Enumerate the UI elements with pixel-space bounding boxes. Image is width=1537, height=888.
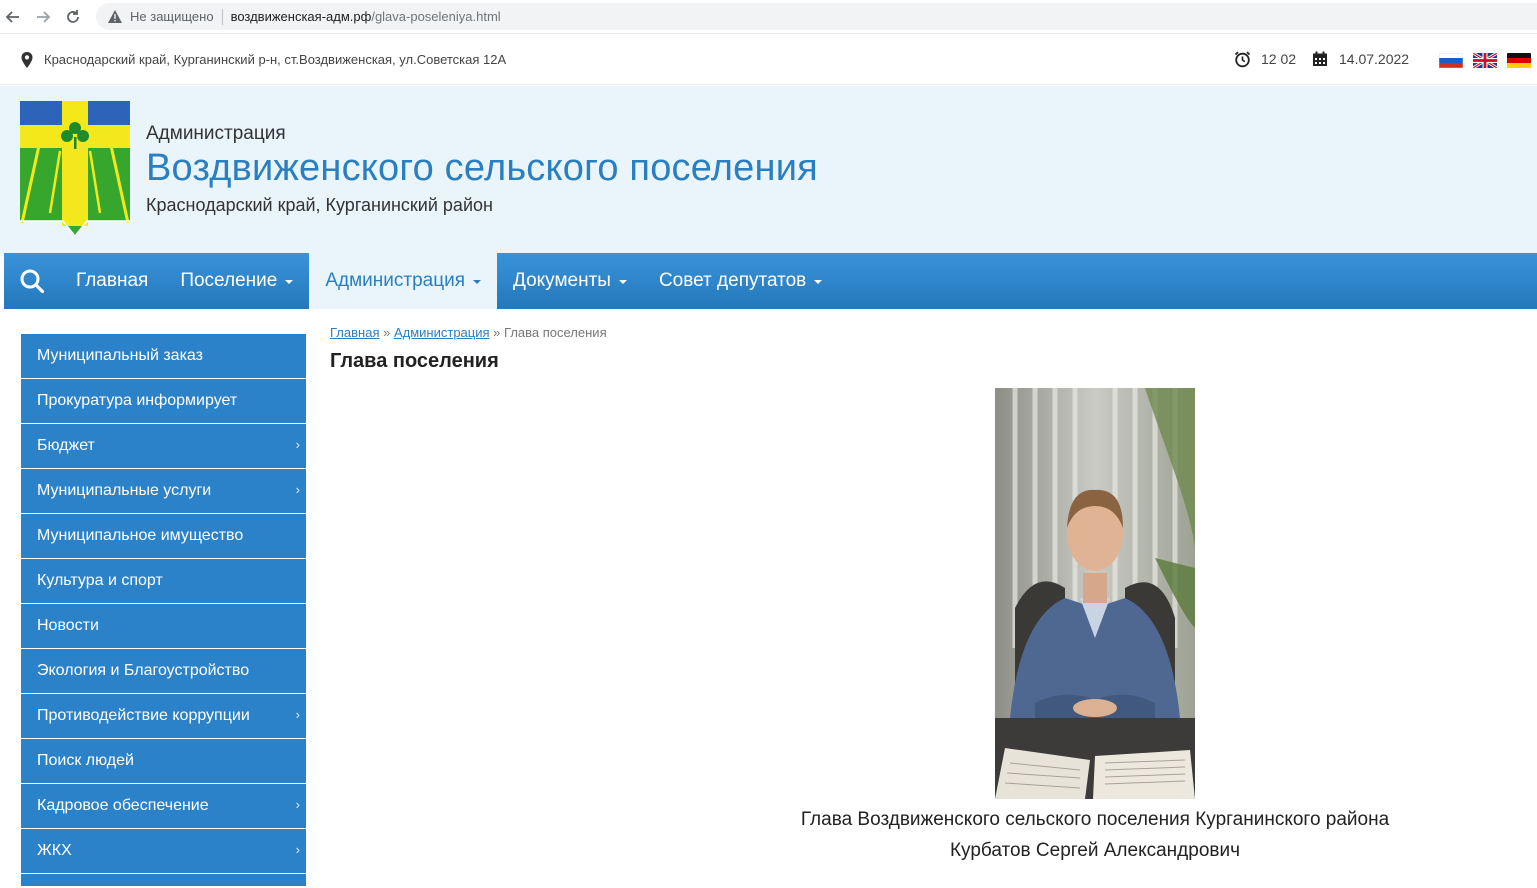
- back-button[interactable]: [0, 2, 28, 32]
- reload-button[interactable]: [58, 2, 88, 32]
- language-en-flag[interactable]: [1473, 53, 1497, 68]
- nav-item-documents[interactable]: Документы: [497, 253, 643, 309]
- nav-item-settlement[interactable]: Поселение: [164, 253, 309, 309]
- url-host: воздвиженская-адм.рф: [230, 9, 372, 24]
- calendar-icon: [1313, 51, 1327, 66]
- browser-toolbar: Не защищено воздвиженская-адм.рф/glava-p…: [0, 0, 1537, 34]
- sidebar-item-label: Муниципальный заказ: [37, 347, 203, 364]
- breadcrumb-current: Глава поселения: [504, 325, 607, 340]
- photo-caption-name: Курбатов Сергей Александрович: [949, 840, 1240, 861]
- security-label: Не защищено: [130, 9, 214, 24]
- org-title[interactable]: Воздвиженского сельского поселения: [146, 147, 818, 190]
- alarm-clock-icon: [1234, 51, 1251, 68]
- sidebar-item-ecology[interactable]: Экология и Благоустройство: [21, 649, 306, 693]
- arrow-right-icon: [37, 10, 51, 23]
- chevron-right-icon: ›: [295, 707, 300, 722]
- nav-item-administration[interactable]: Администрация: [309, 253, 497, 309]
- search-icon: [20, 269, 45, 294]
- sidebar-item-label: Муниципальное имущество: [37, 527, 244, 544]
- org-pre-title: Администрация: [146, 123, 286, 144]
- sidebar-menu: Муниципальный заказ Прокуратура информир…: [21, 334, 306, 887]
- sidebar-item-label: Прокуратура информирует: [37, 392, 238, 409]
- sidebar-item-budget[interactable]: Бюджет ›: [21, 424, 306, 468]
- sidebar-item-housing[interactable]: ЖКХ ›: [21, 829, 306, 873]
- caret-down-icon: [473, 280, 481, 284]
- address-bar[interactable]: Не защищено воздвиженская-адм.рф/glava-p…: [96, 3, 1537, 30]
- current-time: 12 02: [1261, 51, 1297, 67]
- sidebar-item-label: Кадровое обеспечение: [37, 797, 209, 814]
- breadcrumb-home-link[interactable]: Главная: [330, 325, 379, 340]
- warning-icon: [108, 10, 122, 24]
- sidebar-item-municipal-services[interactable]: Муниципальные услуги ›: [21, 469, 306, 513]
- breadcrumb-administration-link[interactable]: Администрация: [394, 325, 490, 340]
- reload-icon: [67, 9, 79, 23]
- current-date: 14.07.2022: [1339, 51, 1410, 67]
- sidebar-item-prosecutor[interactable]: Прокуратура информирует: [21, 379, 306, 423]
- sidebar-item-label: Поиск людей: [37, 752, 134, 769]
- chevron-right-icon: ›: [295, 842, 300, 857]
- language-ru-flag[interactable]: [1439, 53, 1463, 68]
- sidebar-item-label: Муниципальные услуги: [37, 482, 212, 499]
- sidebar-item-label: Культура и спорт: [37, 572, 163, 589]
- sidebar-item-label: Бюджет: [37, 437, 95, 454]
- chevron-right-icon: ›: [295, 797, 300, 812]
- sidebar-item-anti-corruption[interactable]: Противодействие коррупции ›: [21, 694, 306, 738]
- sidebar-item-label: Экология и Благоустройство: [37, 662, 250, 679]
- forward-button[interactable]: [28, 2, 58, 32]
- caret-down-icon: [814, 280, 823, 284]
- nav-search-button[interactable]: [4, 253, 60, 309]
- nav-item-label: Совет депутатов: [658, 270, 807, 291]
- omnibox-separator: [221, 8, 223, 25]
- breadcrumb-separator: »: [493, 325, 501, 340]
- map-pin-icon: [21, 52, 33, 68]
- language-de-flag[interactable]: [1507, 53, 1531, 68]
- photo-caption-position: Глава Воздвиженского сельского поселения…: [800, 809, 1390, 830]
- sidebar-item-municipal-property[interactable]: Муниципальное имущество: [21, 514, 306, 558]
- nav-item-label: Администрация: [325, 270, 465, 291]
- sidebar-item-label: Противодействие коррупции: [37, 707, 250, 724]
- sidebar-item-culture-sport[interactable]: Культура и спорт: [21, 559, 306, 603]
- sidebar-item-people-search[interactable]: Поиск людей: [21, 739, 306, 783]
- arrow-left-icon: [5, 10, 19, 23]
- head-portrait-photo: [995, 388, 1195, 799]
- main-navigation: Главная Поселение Администрация Документ…: [4, 253, 1537, 309]
- nav-item-home[interactable]: Главная: [60, 253, 164, 309]
- caret-down-icon: [285, 280, 294, 284]
- chevron-right-icon: ›: [295, 437, 300, 452]
- sidebar-item-staffing[interactable]: Кадровое обеспечение ›: [21, 784, 306, 828]
- nav-item-label: Главная: [76, 270, 149, 291]
- sidebar-item-cut-off[interactable]: [21, 874, 306, 886]
- nav-item-label: Поселение: [180, 270, 278, 291]
- sidebar-item-news[interactable]: Новости: [21, 604, 306, 648]
- site-header: Администрация Воздвиженского сельского п…: [0, 86, 1537, 253]
- nav-item-council[interactable]: Совет депутатов: [643, 253, 838, 309]
- site-address: Краснодарский край, Курганинский р-н, ст…: [44, 52, 507, 67]
- coat-of-arms-logo[interactable]: [20, 101, 130, 236]
- breadcrumb-separator: »: [383, 325, 391, 340]
- caret-down-icon: [618, 280, 627, 284]
- top-info-bar: Краснодарский край, Курганинский р-н, ст…: [0, 35, 1537, 85]
- sidebar-item-label: Новости: [37, 617, 99, 634]
- url-path: /glava-poseleniya.html: [371, 9, 501, 24]
- chevron-right-icon: ›: [295, 482, 300, 497]
- org-region: Краснодарский край, Курганинский район: [146, 195, 493, 215]
- sidebar-item-label: ЖКХ: [37, 842, 72, 859]
- page-title: Глава поселения: [330, 350, 499, 372]
- nav-item-label: Документы: [513, 270, 611, 291]
- sidebar-item-municipal-order[interactable]: Муниципальный заказ: [21, 334, 306, 378]
- breadcrumb: Главная » Администрация » Глава поселени…: [330, 325, 607, 340]
